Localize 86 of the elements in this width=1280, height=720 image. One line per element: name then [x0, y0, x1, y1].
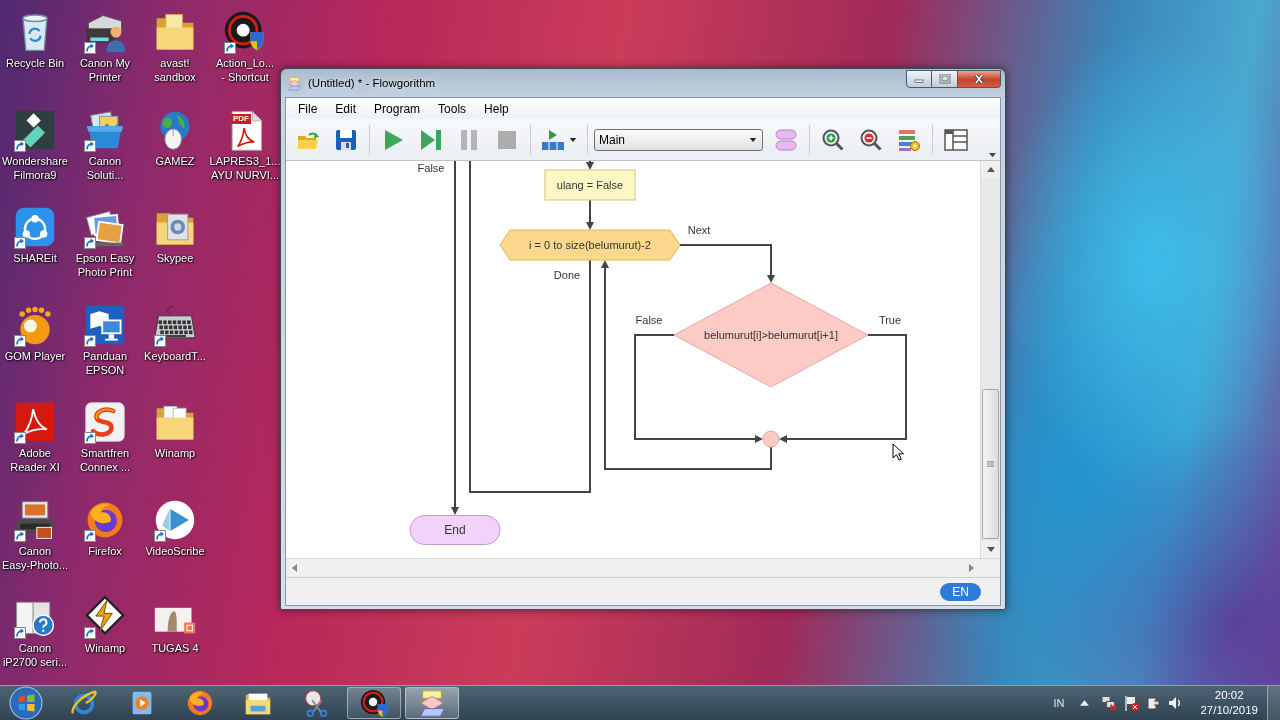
minimize-button[interactable]	[906, 70, 932, 88]
process-block: ulang = False	[544, 169, 636, 201]
zoom-out-icon	[859, 127, 883, 152]
zoom-in-icon	[821, 127, 845, 152]
swirl-tile-icon[interactable]	[83, 400, 127, 444]
down-arrow-icon	[986, 547, 995, 552]
start-orb-icon	[9, 686, 43, 720]
globe-swirl-icon	[185, 688, 215, 718]
bars-gear-icon	[897, 127, 921, 152]
vertical-scrollbar[interactable]	[980, 161, 1000, 558]
stacked-pills-icon	[774, 127, 798, 152]
save-icon	[334, 127, 358, 152]
desktop-icon-label[interactable]: Canon iP2700 seri...	[2, 641, 68, 669]
menu-item[interactable]: Tools	[429, 99, 476, 118]
flowchart-shapes-icon	[417, 688, 447, 718]
branch-label: False	[635, 314, 663, 326]
menu-item[interactable]: Program	[365, 99, 430, 118]
flow-arrow	[586, 161, 594, 170]
input-language-indicator[interactable]: IN	[1053, 697, 1065, 709]
maximize-icon	[938, 74, 951, 84]
menu-item[interactable]: File	[289, 99, 327, 118]
play-blocks-icon	[541, 127, 565, 152]
language-indicator[interactable]: EN	[940, 582, 981, 601]
desktop-icon-label[interactable]: SHAREit	[13, 251, 57, 265]
close-button[interactable]	[958, 70, 1001, 88]
desktop-icon-label[interactable]: Skypee	[156, 251, 194, 265]
file-type-badge: PDF	[231, 113, 251, 124]
desktop-icon-label[interactable]: KeyboardT...	[144, 348, 206, 363]
up-arrow-icon	[986, 167, 995, 172]
network-icon[interactable]	[1101, 695, 1118, 711]
desktop-icon-label[interactable]: Epson Easy Photo Print	[75, 251, 135, 279]
clock-date[interactable]: 27/10/2019	[1200, 703, 1258, 718]
taskbar-button[interactable]	[347, 687, 401, 719]
desktop-icon-label[interactable]: Wondershare Filmora9	[2, 153, 68, 182]
mouse-pointer-icon	[892, 443, 905, 461]
caret-icon[interactable]	[988, 152, 997, 159]
maximize-button[interactable]	[932, 70, 958, 88]
left-arrow-icon	[292, 564, 297, 572]
desktop-icon-label[interactable]: VideoScribe	[145, 543, 205, 558]
loop-block: i = 0 to size(belumurut)-2	[499, 229, 681, 261]
close-icon	[973, 74, 985, 84]
desktop-icon-label[interactable]: GOM Player	[4, 348, 66, 363]
panel-layout-icon	[944, 127, 968, 152]
share-tile-icon[interactable]	[13, 205, 57, 249]
function-dropdown[interactable]: Main	[594, 128, 763, 151]
desktop-icon-label[interactable]: Panduan EPSON	[82, 348, 127, 377]
terminal-block: End	[409, 515, 501, 545]
junction-circle	[762, 430, 780, 448]
show-desktop-button[interactable]	[1267, 686, 1280, 720]
flag-icon[interactable]	[1123, 695, 1140, 711]
desktop-icon-label[interactable]: Canon Easy-Photo...	[1, 543, 68, 572]
desktop-icon-label[interactable]: TUGAS 4	[151, 641, 199, 655]
menu-item[interactable]: Edit	[326, 99, 366, 118]
desktop-icon-label[interactable]: Firefox	[88, 543, 122, 558]
desktop-icon-label[interactable]: Winamp	[154, 446, 196, 460]
window-title: (Untitled) * - Flowgorithm	[308, 76, 436, 90]
branch-label: Next	[687, 224, 711, 236]
clock-time[interactable]: 20:02	[1214, 688, 1244, 703]
branch-label: True	[878, 314, 902, 326]
desktop-icon-label[interactable]: Recycle Bin	[5, 56, 65, 70]
ring-shield-icon	[359, 688, 389, 718]
grip-icon	[987, 461, 994, 467]
desktop-icon-label[interactable]: Canon My Printer	[79, 56, 131, 84]
desktop-icon-label[interactable]: LAPRES3_1... AYU NURVI...	[209, 153, 281, 182]
right-arrow-icon	[969, 564, 974, 572]
power-plug-icon[interactable]	[1145, 695, 1162, 711]
desktop-icon-label[interactable]: Action_Lo... - Shortcut	[215, 56, 275, 84]
desktop-icon-label[interactable]: avast! sandbox	[154, 56, 196, 84]
caret-icon	[569, 136, 577, 143]
caret-icon	[749, 136, 757, 143]
decision-block: belumurut[i]>belumurut[i+1]	[673, 282, 869, 388]
menu-item[interactable]: Help	[475, 99, 518, 118]
desktop-icon-label[interactable]: GAMEZ	[155, 153, 195, 168]
scrollbar-thumb[interactable]	[982, 389, 999, 539]
desktop-icon-label[interactable]: Smartfren Connex ...	[79, 446, 131, 474]
scroll-down-button[interactable]	[981, 541, 1000, 558]
swoosh-tile-icon[interactable]	[13, 400, 57, 444]
scroll-up-button[interactable]	[981, 161, 1000, 178]
branch-label: Done	[553, 269, 581, 281]
flow-arrow	[586, 199, 594, 230]
branch-label: False	[417, 162, 445, 174]
step-icon	[419, 127, 443, 152]
desktop-icon-label[interactable]: Winamp	[84, 641, 126, 655]
triangle-icon	[1079, 700, 1089, 706]
desktop-icon-label[interactable]: Canon Soluti...	[86, 153, 124, 182]
desktop-icon-label[interactable]: Adobe Reader XI	[10, 446, 60, 474]
